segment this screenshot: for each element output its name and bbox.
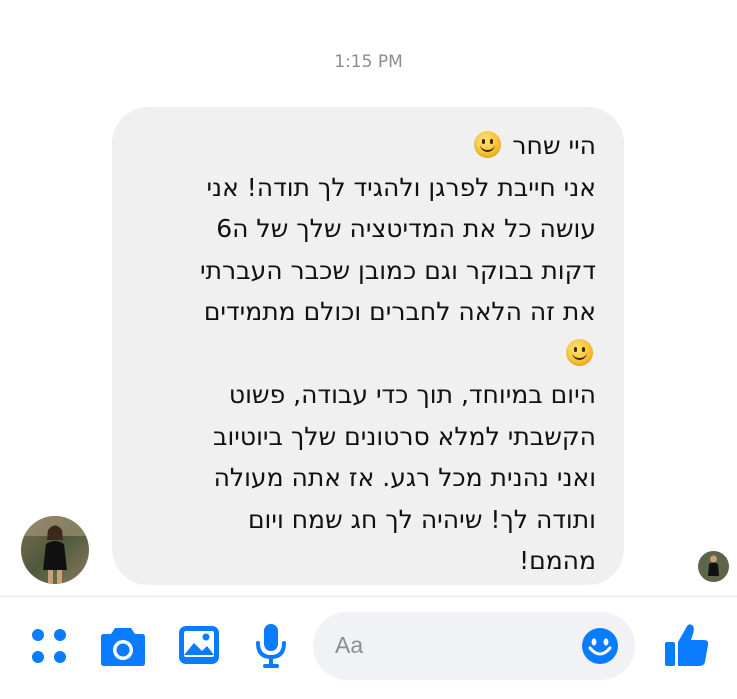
camera-icon[interactable] — [100, 625, 146, 671]
message-input[interactable] — [335, 632, 565, 659]
message-line: היי שחר — [512, 131, 596, 160]
composer-divider — [0, 596, 737, 597]
thumbs-up-icon[interactable] — [664, 622, 710, 672]
message-line: עושה כל את המדיטציה שלך של ה6 — [216, 214, 596, 243]
emoji-icon[interactable] — [581, 627, 619, 669]
message-composer[interactable] — [313, 612, 635, 680]
message-line: ואני נהנית מכל רגע. אז אתה מעולה — [213, 463, 596, 492]
gallery-icon[interactable] — [178, 625, 220, 669]
message-line: אני חייבת לפרגן ולהגיד לך תודה! אני — [206, 172, 596, 202]
microphone-icon[interactable] — [255, 623, 287, 673]
read-receipt-avatar — [698, 551, 729, 582]
message-line: דקות בבוקר וגם כמובן שכבר העברתי — [200, 255, 596, 285]
menu-dots-icon[interactable] — [30, 627, 68, 669]
smiling-face-icon — [566, 338, 593, 366]
message-line: ותודה לך! שיהיה לך חג שמח ויום — [247, 504, 596, 534]
message-line: הקשבתי למלא סרטונים שלך ביוטיוב — [213, 421, 596, 451]
smiling-face-icon — [474, 131, 502, 158]
message-line: את זה הלאה לחברים וכולם מתמידים — [203, 297, 596, 326]
sender-avatar[interactable] — [21, 516, 89, 584]
message-text: היי שחר אני חייבת לפרגן ולהגיד לך תודה! … — [132, 125, 596, 582]
message-timestamp: 1:15 PM — [334, 52, 403, 72]
message-line: מהמם! — [519, 546, 596, 575]
message-bubble[interactable]: היי שחר אני חייבת לפרגן ולהגיד לך תודה! … — [112, 107, 624, 585]
message-line: היום במיוחד, תוך כדי עבודה, פשוט — [228, 380, 596, 409]
